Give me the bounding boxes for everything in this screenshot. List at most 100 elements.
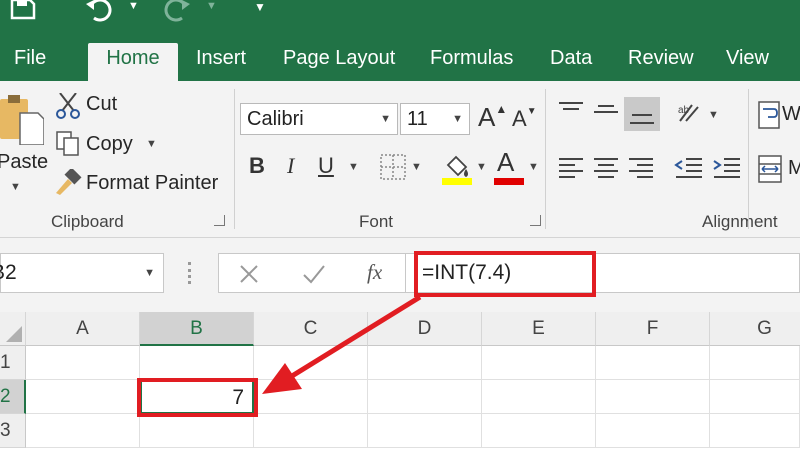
cell-b1[interactable] [140,346,254,380]
cut-button[interactable]: Cut [86,93,117,116]
tab-insert[interactable]: Insert [196,43,246,81]
undo-dropdown-icon[interactable]: ▼ [128,0,139,12]
paste-icon[interactable] [0,93,44,145]
cell-f1[interactable] [596,346,710,380]
cell-b3[interactable] [140,414,254,448]
column-header-b[interactable]: B [140,312,254,346]
tab-view[interactable]: View [726,43,769,81]
font-color-dropdown-icon[interactable]: ▼ [528,161,539,173]
borders-dropdown-icon[interactable]: ▼ [411,161,422,173]
insert-function-button[interactable]: fx [367,260,382,285]
increase-font-size-icon[interactable]: A▲ [478,102,507,133]
cell-c2[interactable] [254,380,368,414]
enter-check-icon[interactable] [302,263,326,285]
cell-d2[interactable] [368,380,482,414]
font-name-combo[interactable]: Calibri ▼ [240,103,398,135]
cell-g2[interactable] [710,380,800,414]
tab-file[interactable]: File [14,43,46,81]
cell-f3[interactable] [596,414,710,448]
customize-toolbar-icon[interactable]: ▼ [254,0,266,14]
save-icon[interactable] [10,0,36,20]
tab-review[interactable]: Review [628,43,694,81]
font-size-combo[interactable]: 11 ▼ [400,103,470,135]
cell-a2[interactable] [26,380,140,414]
format-painter-icon[interactable] [54,169,82,195]
tab-page-layout[interactable]: Page Layout [283,43,395,81]
fill-color-icon[interactable] [442,151,472,185]
chevron-down-icon[interactable]: ▼ [452,104,463,134]
formula-bar-splitter[interactable] [188,262,192,284]
select-all-corner[interactable] [0,312,26,346]
cell-d3[interactable] [368,414,482,448]
column-header-c[interactable]: C [254,312,368,346]
merge-center-label[interactable]: M [788,157,800,180]
cell-c1[interactable] [254,346,368,380]
bold-button[interactable]: B [249,153,265,179]
font-color-icon[interactable]: A [497,147,514,178]
top-align-icon[interactable] [557,101,585,119]
redo-icon[interactable] [162,0,192,22]
decrease-indent-icon[interactable] [674,157,704,179]
borders-icon[interactable] [380,154,406,180]
column-header-e[interactable]: E [482,312,596,346]
wrap-text-label[interactable]: W [782,103,800,126]
row-header-2[interactable]: 2 [0,380,26,414]
increase-indent-icon[interactable] [712,157,742,179]
bottom-align-button[interactable] [624,97,660,131]
clipboard-dialog-launcher-icon[interactable] [214,215,225,226]
column-header-d[interactable]: D [368,312,482,346]
redo-dropdown-icon[interactable]: ▼ [206,0,217,12]
cell-a1[interactable] [26,346,140,380]
name-box[interactable]: B2 ▼ [0,253,164,293]
paste-label[interactable]: Paste [0,151,48,174]
underline-dropdown-icon[interactable]: ▼ [348,161,359,173]
tab-data[interactable]: Data [550,43,592,81]
cell-e2[interactable] [482,380,596,414]
ribbon-separator [545,89,546,229]
font-color-swatch [494,178,524,185]
fill-color-dropdown-icon[interactable]: ▼ [476,161,487,173]
align-left-icon[interactable] [557,157,585,179]
middle-align-icon[interactable] [592,101,620,119]
orientation-icon[interactable]: ab [676,99,704,125]
chevron-down-icon[interactable]: ▼ [380,104,391,134]
cell-g3[interactable] [710,414,800,448]
undo-icon[interactable] [84,0,116,22]
row-header-1[interactable]: 1 [0,346,26,380]
font-size-value: 11 [407,108,428,130]
cell-c3[interactable] [254,414,368,448]
copy-dropdown-icon[interactable]: ▼ [146,138,157,150]
italic-button[interactable]: I [287,153,294,179]
tab-home[interactable]: Home [88,43,178,81]
orientation-dropdown-icon[interactable]: ▼ [708,109,719,121]
copy-button[interactable]: Copy [86,133,133,156]
chevron-down-icon[interactable]: ▼ [144,254,155,292]
row-header-3[interactable]: 3 [0,414,26,448]
copy-icon[interactable] [56,131,80,157]
cell-d1[interactable] [368,346,482,380]
cancel-icon[interactable] [238,263,260,285]
tab-formulas[interactable]: Formulas [430,43,513,81]
cell-a3[interactable] [26,414,140,448]
cell-f2[interactable] [596,380,710,414]
font-dialog-launcher-icon[interactable] [530,215,541,226]
underline-button[interactable]: U [318,153,334,179]
cell-e3[interactable] [482,414,596,448]
column-header-a[interactable]: A [26,312,140,346]
format-painter-button[interactable]: Format Painter [86,172,218,195]
column-header-g[interactable]: G [710,312,800,346]
align-right-icon[interactable] [627,157,655,179]
ribbon-separator [234,89,235,229]
bottom-align-icon [630,114,654,124]
cell-g1[interactable] [710,346,800,380]
merge-center-icon[interactable] [758,155,782,183]
result-highlight-box [137,378,258,417]
paste-dropdown-icon[interactable]: ▼ [10,181,21,193]
formula-bar: B2 ▼ fx =INT(7.4) [0,238,800,312]
cut-icon[interactable] [56,93,80,119]
decrease-font-size-icon[interactable]: A▼ [512,106,537,132]
cell-e1[interactable] [482,346,596,380]
column-header-f[interactable]: F [596,312,710,346]
wrap-text-icon[interactable] [758,101,780,129]
align-center-icon[interactable] [592,157,620,179]
